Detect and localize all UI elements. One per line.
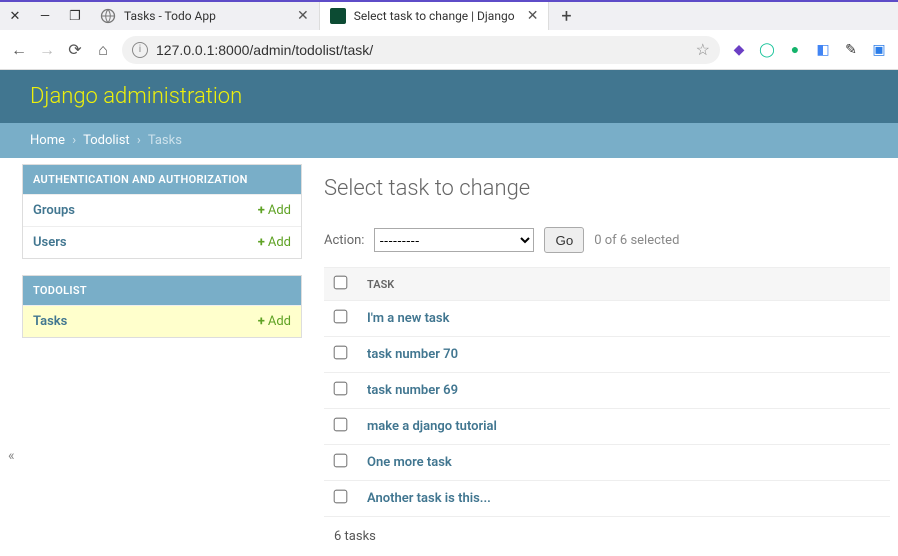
tab-close-icon[interactable]: ✕ [527,8,539,24]
task-link[interactable]: I'm a new task [367,311,449,326]
table-row: One more task [324,445,890,481]
extension-icon[interactable]: ◯ [758,41,776,59]
action-label: Action: [324,233,364,248]
sidebar-add-link[interactable]: +Add [258,314,291,329]
bookmark-star-icon[interactable]: ☆ [696,40,710,59]
window-restore-icon[interactable]: ❐ [60,2,90,30]
selection-counter: 0 of 6 selected [594,233,679,248]
browser-toolbar: ← → ⟳ ⌂ i ☆ ◆ ◯ ● ◧ ✎ ▣ [0,30,898,70]
nav-forward-icon[interactable]: → [38,40,56,60]
admin-sidebar: AUTHENTICATION AND AUTHORIZATION Groups … [22,164,302,556]
browser-tab-inactive[interactable]: Tasks - Todo App ✕ [90,2,320,30]
paginator: 6 tasks [324,517,890,556]
row-select-checkbox[interactable] [334,310,348,324]
django-favicon-icon [330,8,346,24]
task-link[interactable]: make a django tutorial [367,419,497,434]
admin-header: Django administration [0,70,898,123]
sidebar-module-todolist: TODOLIST Tasks +Add [22,275,302,338]
action-select[interactable]: --------- [374,228,534,252]
row-select-checkbox[interactable] [334,454,348,468]
table-row: task number 70 [324,337,890,373]
admin-main: Select task to change Action: --------- … [314,158,898,556]
extension-icon[interactable]: ● [786,41,804,59]
breadcrumb-separator-icon: › [72,133,76,148]
breadcrumb: Home › Todolist › Tasks [0,123,898,158]
sidebar-model-link[interactable]: Users [33,235,67,250]
extension-icons: ◆ ◯ ● ◧ ✎ ▣ [730,41,888,59]
changelist-actions: Action: --------- Go 0 of 6 selected [324,227,890,253]
sidebar-add-link[interactable]: +Add [258,235,291,250]
changelist-table: TASK I'm a new task task number 70 task nu… [324,267,890,517]
sidebar-module-header: TODOLIST [23,276,301,305]
column-header-task[interactable]: TASK [357,268,890,301]
task-link[interactable]: task number 69 [367,383,458,398]
nav-reload-icon[interactable]: ⟳ [66,40,84,59]
browser-tab-title: Tasks - Todo App [124,9,289,23]
browser-tab-active[interactable]: Select task to change | Django ✕ [320,2,550,30]
task-link[interactable]: task number 70 [367,347,458,362]
action-go-button[interactable]: Go [544,227,584,253]
url-input[interactable] [156,42,688,58]
extension-icon[interactable]: ◆ [730,41,748,59]
table-row: make a django tutorial [324,409,890,445]
sidebar-item-tasks: Tasks +Add [23,305,301,337]
sidebar-collapse-icon[interactable]: « [8,448,15,464]
breadcrumb-current: Tasks [148,133,182,148]
site-info-icon[interactable]: i [132,42,148,58]
table-row: task number 69 [324,373,890,409]
new-tab-button[interactable]: + [549,2,583,30]
task-link[interactable]: Another task is this... [367,491,491,506]
breadcrumb-separator-icon: › [137,133,141,148]
url-bar[interactable]: i ☆ [122,36,720,64]
breadcrumb-app[interactable]: Todolist [83,133,130,148]
sidebar-module-auth: AUTHENTICATION AND AUTHORIZATION Groups … [22,164,302,259]
task-link[interactable]: One more task [367,455,452,470]
plus-icon: + [258,235,265,250]
sidebar-model-link[interactable]: Tasks [33,314,67,329]
window-close-icon[interactable]: ✕ [0,2,30,30]
breadcrumb-home[interactable]: Home [30,133,65,148]
row-select-checkbox[interactable] [334,418,348,432]
nav-home-icon[interactable]: ⌂ [94,40,112,60]
window-minimize-icon[interactable]: ― [30,2,60,30]
sidebar-model-link[interactable]: Groups [33,203,75,218]
extension-icon[interactable]: ◧ [814,41,832,59]
window-tabstrip: ✕ ― ❐ Tasks - Todo App ✕ Select task to … [0,0,898,30]
admin-brand: Django administration [30,84,242,109]
sidebar-item-groups: Groups +Add [23,194,301,226]
row-select-checkbox[interactable] [334,382,348,396]
table-row: Another task is this... [324,481,890,517]
sidebar-module-header: AUTHENTICATION AND AUTHORIZATION [23,165,301,194]
sidebar-add-link[interactable]: +Add [258,203,291,218]
sidebar-item-users: Users +Add [23,226,301,258]
row-select-checkbox[interactable] [334,346,348,360]
table-row: I'm a new task [324,301,890,337]
row-select-checkbox[interactable] [334,490,348,504]
globe-icon [100,8,116,24]
extension-icon[interactable]: ✎ [842,41,860,59]
select-all-checkbox[interactable] [334,276,348,290]
page-title: Select task to change [324,176,890,201]
plus-icon: + [258,314,265,329]
browser-tab-title: Select task to change | Django [354,9,519,23]
column-header-select-all [324,268,357,301]
plus-icon: + [258,203,265,218]
tab-close-icon[interactable]: ✕ [297,8,309,24]
nav-back-icon[interactable]: ← [10,40,28,60]
extension-icon[interactable]: ▣ [870,41,888,59]
